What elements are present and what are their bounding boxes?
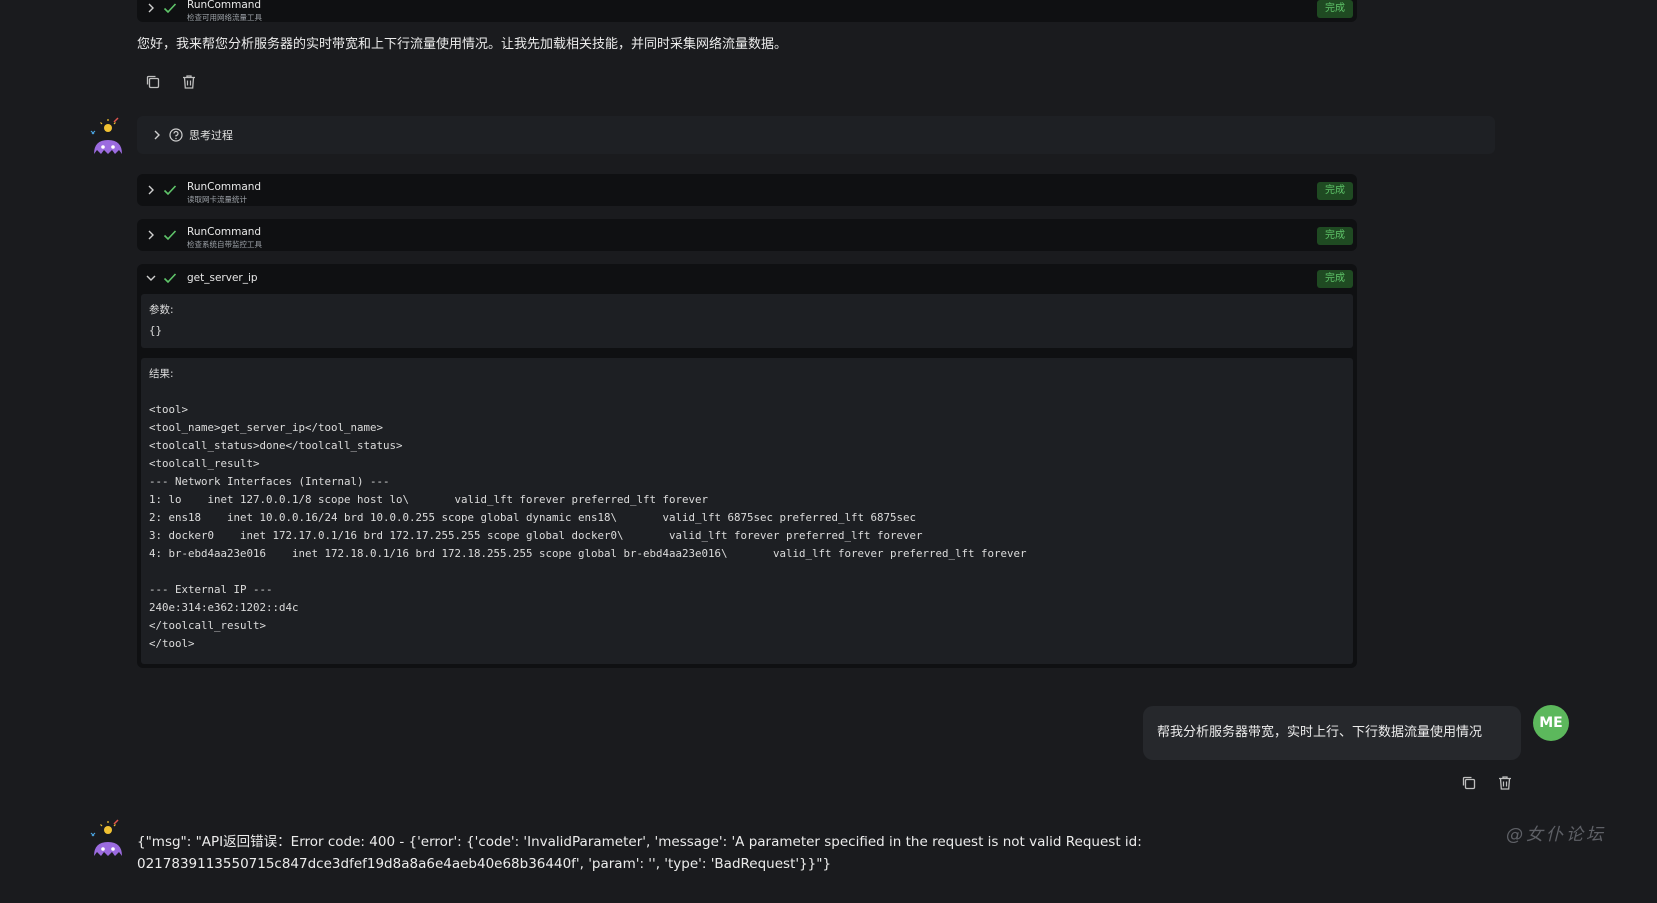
watermark: @女仆论坛 bbox=[1506, 825, 1606, 845]
check-icon bbox=[163, 185, 177, 196]
tool-card[interactable]: RunCommand 检查系统自带监控工具 完成 bbox=[137, 219, 1357, 251]
tool-card-top[interactable]: RunCommand 检查可用网络流量工具 完成 bbox=[137, 0, 1357, 22]
assistant-message: 您好，我来帮您分析服务器的实时带宽和上下行流量使用情况。让我先加载相关技能，并同… bbox=[137, 37, 788, 52]
result-line: </toolcall_result> bbox=[149, 619, 267, 632]
result-label: 结果: bbox=[149, 368, 174, 380]
bot-avatar bbox=[90, 819, 122, 856]
result-output: <tool> <tool_name>get_server_ip</tool_nam… bbox=[149, 383, 1027, 653]
delete-icon[interactable] bbox=[180, 73, 198, 91]
result-line bbox=[149, 383, 1027, 401]
params-section: 参数: {} bbox=[141, 294, 1353, 348]
question-circle-icon bbox=[169, 128, 183, 142]
result-line: --- Network Interfaces (Internal) --- bbox=[149, 475, 390, 488]
chevron-right-icon[interactable] bbox=[145, 229, 157, 241]
tool-name: RunCommand bbox=[187, 226, 262, 238]
result-line: 3: docker0 inet 172.17.0.1/16 brd 172.17… bbox=[149, 529, 923, 542]
error-message-line-1: {"msg": "API返回错误：Error code: 400 - {'err… bbox=[137, 834, 1142, 850]
result-line: <tool> bbox=[149, 403, 189, 416]
chevron-right-icon[interactable] bbox=[145, 2, 157, 14]
result-line: <tool_name>get_server_ip</tool_name> bbox=[149, 421, 384, 434]
thinking-label: 思考过程 bbox=[189, 129, 233, 142]
tool-name: RunCommand bbox=[187, 0, 262, 11]
result-line: <toolcall_status>done</toolcall_status> bbox=[149, 439, 403, 452]
result-line: 4: br-ebd4aa23e016 inet 172.18.0.1/16 br… bbox=[149, 547, 1027, 560]
user-message: 帮我分析服务器带宽，实时上行、下行数据流量使用情况 bbox=[1157, 725, 1483, 740]
copy-icon[interactable] bbox=[144, 73, 162, 91]
check-icon bbox=[163, 273, 177, 284]
result-line: </tool> bbox=[149, 637, 195, 650]
tool-name: get_server_ip bbox=[187, 272, 258, 284]
chevron-right-icon bbox=[154, 130, 160, 140]
result-section: 结果: <tool> <tool_name>get_server_ip</tool… bbox=[141, 358, 1353, 664]
bot-avatar bbox=[90, 117, 122, 154]
result-line: <toolcall_result> bbox=[149, 457, 260, 470]
result-line: --- External IP --- bbox=[149, 583, 273, 596]
check-icon bbox=[163, 3, 177, 14]
user-avatar-initials: ME bbox=[1539, 715, 1563, 731]
thinking-process-toggle[interactable]: 思考过程 bbox=[137, 116, 1495, 154]
tool-desc: 检查可用网络流量工具 bbox=[187, 13, 262, 22]
user-message-bubble: 帮我分析服务器带宽，实时上行、下行数据流量使用情况 bbox=[1143, 706, 1521, 760]
tool-card[interactable]: RunCommand 读取网卡流量统计 完成 bbox=[137, 174, 1357, 206]
status-badge: 完成 bbox=[1317, 227, 1353, 245]
tool-desc: 检查系统自带监控工具 bbox=[187, 240, 262, 249]
params-label: 参数: bbox=[149, 304, 174, 316]
result-line: 2: ens18 inet 10.0.0.16/24 brd 10.0.0.25… bbox=[149, 511, 917, 524]
status-badge: 完成 bbox=[1317, 270, 1353, 288]
params-value: {} bbox=[149, 324, 163, 337]
chevron-right-icon[interactable] bbox=[145, 184, 157, 196]
check-icon bbox=[163, 230, 177, 241]
result-line bbox=[149, 563, 1027, 581]
tool-desc: 读取网卡流量统计 bbox=[187, 195, 247, 204]
user-avatar: ME bbox=[1533, 705, 1569, 741]
error-message-line-2: 0217839113550715c847dce3dfef19d8a8a6e4ae… bbox=[137, 856, 832, 872]
chevron-down-icon[interactable] bbox=[145, 272, 157, 284]
delete-icon[interactable] bbox=[1496, 774, 1514, 792]
tool-card-expanded[interactable]: get_server_ip 完成 参数: {} 结果: <tool> <tool_… bbox=[137, 264, 1357, 668]
status-badge: 完成 bbox=[1317, 0, 1353, 18]
status-badge: 完成 bbox=[1317, 182, 1353, 200]
result-line: 1: lo inet 127.0.0.1/8 scope host lo\ va… bbox=[149, 493, 709, 506]
copy-icon[interactable] bbox=[1460, 774, 1478, 792]
result-line: 240e:314:e362:1202::d4c bbox=[149, 601, 299, 614]
tool-name: RunCommand bbox=[187, 181, 262, 193]
